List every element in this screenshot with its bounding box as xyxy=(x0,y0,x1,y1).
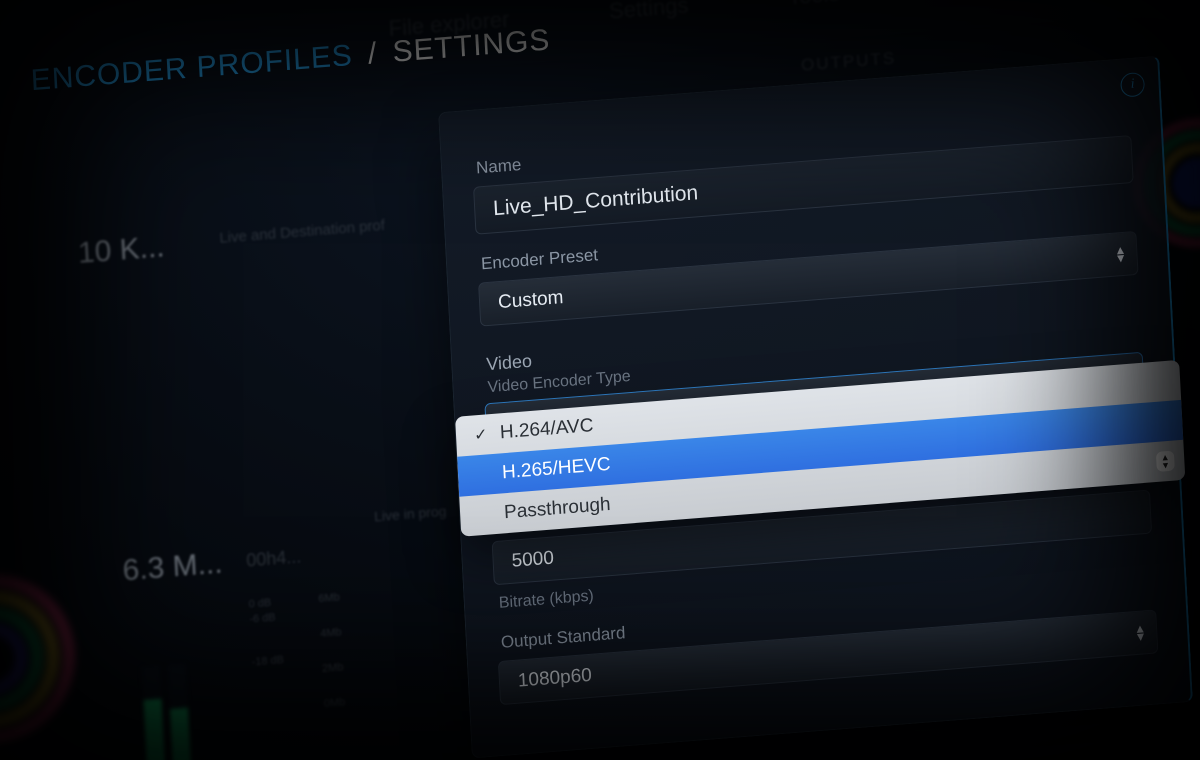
audio-bars-icon xyxy=(142,664,192,760)
stepper-icon: ▲▼ xyxy=(1156,451,1175,472)
card2-bitrate: 6.3 M... xyxy=(122,547,224,589)
meter-0mb: 0Mb xyxy=(324,696,346,710)
nav-tools[interactable]: Tools xyxy=(787,0,840,11)
encoder-option-label: H.264/AVC xyxy=(499,415,594,444)
encoder-option-label: H.265/HEVC xyxy=(502,454,612,485)
name-value: Live_HD_Contribution xyxy=(493,181,699,221)
info-icon[interactable]: i xyxy=(1120,72,1145,98)
meter-n18db: -18 dB xyxy=(251,654,284,669)
outputs-header: OUTPUTS xyxy=(801,48,897,75)
meter-0db: 0 dB xyxy=(248,597,271,611)
stepper-icon: ▲▼ xyxy=(1134,624,1147,641)
stepper-icon: ▲▼ xyxy=(1114,246,1127,263)
encoder-preset-value: Custom xyxy=(498,287,564,314)
breadcrumb-separator: / xyxy=(367,37,378,71)
settings-panel: i Name Live_HD_Contribution Encoder Pres… xyxy=(438,56,1193,759)
meter-2mb: 2Mb xyxy=(322,661,344,675)
breadcrumb-section[interactable]: ENCODER PROFILES xyxy=(30,39,354,97)
card2-status: Live in prog xyxy=(374,503,447,525)
card1-subtitle: Live and Destination prof xyxy=(219,217,385,247)
encoder-option-label: Passthrough xyxy=(504,494,612,524)
meter-4mb: 4Mb xyxy=(320,626,342,640)
nav-settings[interactable]: Settings xyxy=(608,0,689,25)
bitrate-value: 5000 xyxy=(511,548,554,573)
arc-decoration-icon xyxy=(0,540,117,760)
meter-n6db: -6 dB xyxy=(249,612,276,626)
output-standard-value: 1080p60 xyxy=(517,665,592,693)
meter-6mb: 6Mb xyxy=(318,591,340,605)
card2-time: 00h4... xyxy=(246,546,302,571)
card1-bitrate: 10 K... xyxy=(77,230,165,271)
